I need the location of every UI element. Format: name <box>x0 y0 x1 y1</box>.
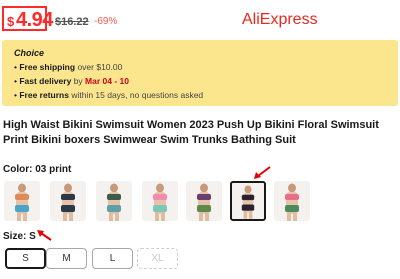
size-option-s[interactable]: S <box>5 248 46 269</box>
swimsuit-image <box>232 183 264 219</box>
benefit-detail: over $10.00 <box>75 62 123 72</box>
swimsuit-image <box>274 181 310 221</box>
swimsuit-image <box>50 181 86 221</box>
color-option-thumb[interactable] <box>230 181 266 221</box>
color-option-thumb[interactable] <box>186 181 222 221</box>
price-row: $ 4.94 $16.22 -69% AliExpress <box>0 4 400 34</box>
price-amount: 4.94 <box>16 9 53 31</box>
benefit-label: Fast delivery <box>19 76 72 86</box>
benefit-free-returns: • Free returns within 15 days, no questi… <box>14 90 203 100</box>
color-option-thumb[interactable] <box>96 181 132 221</box>
benefit-detail: by <box>71 76 86 86</box>
annotation-arrow-icon <box>254 166 271 179</box>
discount-badge: -69% <box>94 16 118 27</box>
benefit-label: Free shipping <box>19 62 76 72</box>
swimsuit-image <box>142 181 178 221</box>
original-price: $16.22 <box>55 16 89 28</box>
benefit-fast-delivery: • Fast delivery by Mar 04 - 10 <box>14 76 129 86</box>
color-label: Color: 03 print <box>3 164 72 175</box>
size-label: Size: S <box>3 231 36 242</box>
color-option-thumb[interactable] <box>50 181 86 221</box>
color-option-thumb[interactable] <box>4 181 40 221</box>
color-option-thumb[interactable] <box>142 181 178 221</box>
delivery-date: Mar 04 - 10 <box>85 76 129 86</box>
benefit-detail: within 15 days, no questions asked <box>68 90 204 100</box>
benefit-free-shipping: • Free shipping over $10.00 <box>14 62 122 72</box>
color-option-thumb[interactable] <box>274 181 310 221</box>
size-option-m[interactable]: M <box>46 248 87 269</box>
price-highlight-box: $ 4.94 <box>2 6 53 31</box>
size-option-l[interactable]: L <box>92 248 133 269</box>
swimsuit-image <box>96 181 132 221</box>
brand-watermark: AliExpress <box>242 11 318 28</box>
benefit-label: Free returns <box>19 90 69 100</box>
price-currency: $ <box>7 14 15 29</box>
product-title: High Waist Bikini Swimsuit Women 2023 Pu… <box>3 119 379 146</box>
choice-benefits-panel[interactable]: Choice • Free shipping over $10.00 • Fas… <box>2 40 398 106</box>
annotation-arrow-icon <box>37 230 52 241</box>
choice-title: Choice <box>14 48 45 58</box>
swimsuit-image <box>186 181 222 221</box>
swimsuit-image <box>4 181 40 221</box>
size-option-xl: XL <box>137 248 178 269</box>
